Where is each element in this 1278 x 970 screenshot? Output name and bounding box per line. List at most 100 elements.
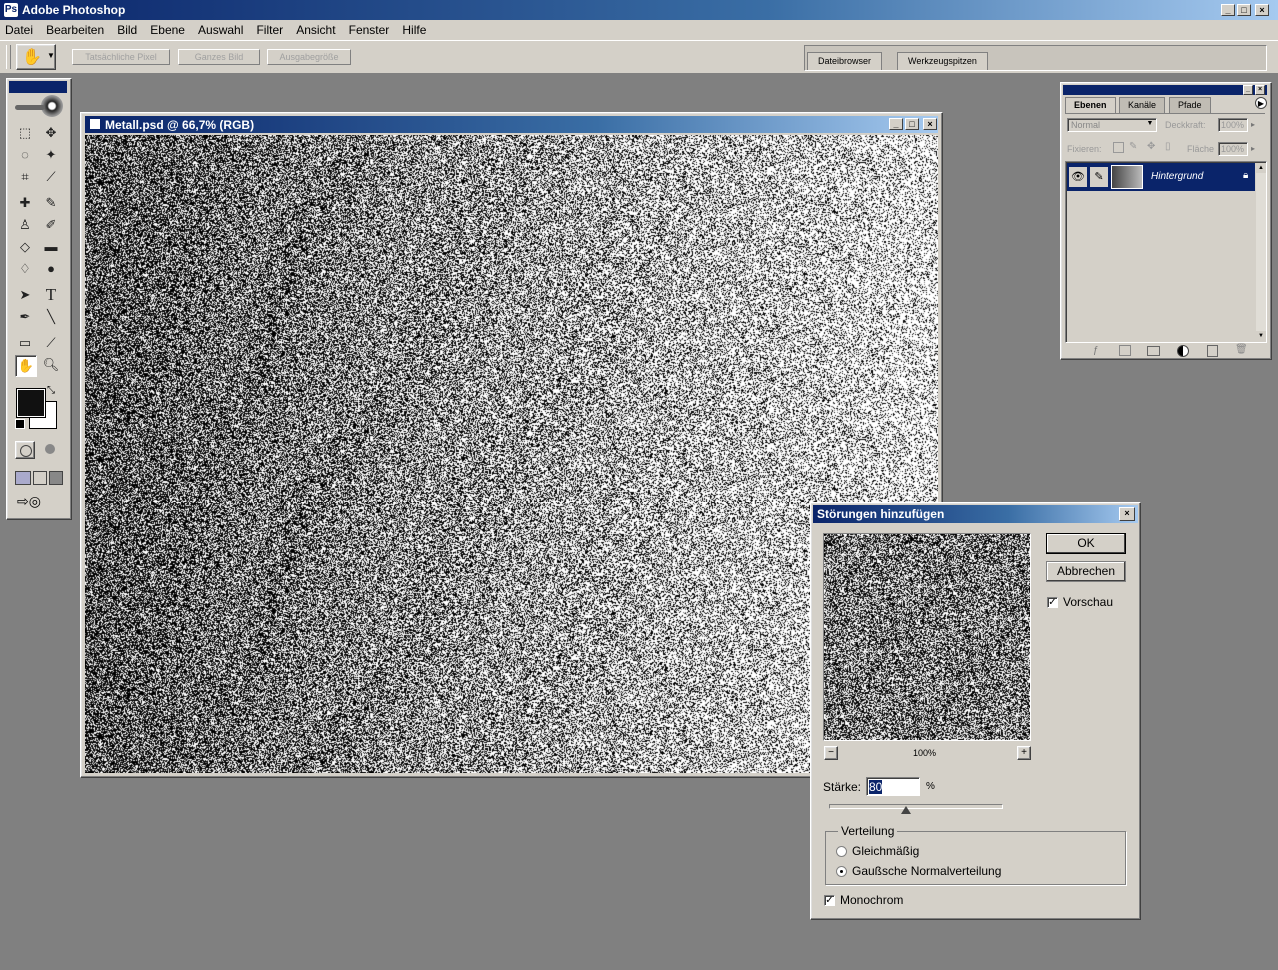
opacity-field[interactable]: 100% [1218,118,1248,132]
layer-style-icon[interactable]: ƒ [1093,345,1099,356]
doc-minimize-button[interactable]: _ [889,118,903,130]
adjustment-layer-icon[interactable] [1177,345,1189,357]
menu-datei[interactable]: Datei [0,20,38,37]
noise-preview[interactable] [823,533,1031,741]
doc-maximize-button[interactable]: □ [905,118,919,130]
tab-layers[interactable]: Ebenen [1065,97,1116,113]
monochrome-checkbox[interactable]: ✓ [824,895,835,906]
toolbox-titlebar[interactable] [9,81,67,93]
add-mask-icon[interactable] [1119,345,1131,356]
tool-preset-picker[interactable]: ✋ ▼ [16,44,56,70]
lock-transparency-icon[interactable] [1113,142,1124,153]
ok-button[interactable]: OK [1046,533,1126,554]
palette-menu-icon[interactable]: ▶ [1255,97,1267,109]
brush-tool-icon[interactable]: ✎ [41,193,61,213]
menu-bild[interactable]: Bild [112,20,142,37]
pen-tool-icon[interactable]: ✒ [15,307,35,327]
palette-close-button[interactable]: × [1255,85,1265,95]
history-brush-tool-icon[interactable]: ✐ [41,215,61,235]
healing-brush-tool-icon[interactable]: ✚ [15,193,35,213]
zoom-out-button[interactable]: − [824,746,838,760]
blend-mode-select[interactable]: Normal ▼ [1067,118,1157,132]
menu-auswahl[interactable]: Auswahl [193,20,248,37]
lock-all-icon[interactable]: ▯ [1165,141,1171,152]
crop-tool-icon[interactable]: ⌗ [15,167,35,187]
swap-colors-icon[interactable]: ⤡ [47,385,55,396]
cancel-button[interactable]: Abbrechen [1046,561,1126,582]
hand-tool-icon[interactable]: ✋ [15,355,37,377]
menu-filter[interactable]: Filter [251,20,288,37]
eye-visibility-icon[interactable]: 👁︎ [1069,167,1087,187]
dialog-close-button[interactable]: × [1119,507,1135,521]
amount-input[interactable]: 80 [866,777,920,796]
new-group-icon[interactable] [1147,346,1160,356]
foreground-color-swatch[interactable] [16,388,46,418]
fill-arrow-icon[interactable]: ▸ [1251,144,1255,153]
distribution-group: Verteilung Gleichmäßig Gaußsche Normalve… [825,824,1126,885]
type-tool-icon[interactable]: T [41,285,61,305]
brush-edit-icon: ✎ [1090,167,1108,187]
move-tool-icon[interactable]: ✥ [41,123,61,143]
fit-screen-button[interactable]: Ganzes Bild [178,49,260,65]
menu-fenster[interactable]: Fenster [344,20,395,37]
full-screen-mode-icon[interactable] [49,471,63,485]
tab-file-browser[interactable]: Dateibrowser [807,52,883,70]
line-tool-icon[interactable]: ╲ [41,307,61,327]
options-grip[interactable] [6,45,11,69]
layers-palette-titlebar[interactable]: _ × [1063,85,1267,95]
menu-hilfe[interactable]: Hilfe [397,20,431,37]
uniform-radio[interactable] [836,846,847,857]
jump-to-imageready-icon[interactable]: ⇨◎ [17,493,61,513]
scroll-up-arrow-icon[interactable]: ▲ [1256,163,1266,173]
layers-scrollbar[interactable]: ▲ ▼ [1256,163,1266,341]
zoom-tool-icon[interactable]: 🔍︎ [41,355,61,375]
marquee-tool-icon[interactable]: ⬚ [15,123,35,143]
clone-stamp-tool-icon[interactable]: ♙ [15,215,35,235]
palette-minimize-button[interactable]: _ [1243,85,1253,95]
gradient-tool-icon[interactable]: ▬ [41,237,61,257]
eraser-tool-icon[interactable]: ◇ [15,237,35,257]
slice-tool-icon[interactable]: ⟋ [41,167,61,187]
lasso-tool-icon[interactable]: ◌ [15,145,35,165]
eyedropper-tool-icon[interactable]: ⟋ [41,333,61,353]
trash-icon[interactable]: 🗑︎ [1235,344,1248,355]
menu-ansicht[interactable]: Ansicht [291,20,340,37]
notes-tool-icon[interactable]: ▭ [15,333,35,353]
maximize-button[interactable]: □ [1237,4,1251,16]
opacity-arrow-icon[interactable]: ▸ [1251,120,1255,129]
tab-channels[interactable]: Kanäle [1119,97,1166,113]
dodge-tool-icon[interactable]: ● [41,259,61,279]
minimize-button[interactable]: _ [1221,4,1235,16]
print-size-button[interactable]: Ausgabegröße [267,49,351,65]
standard-screen-mode-icon[interactable] [15,471,31,485]
full-screen-menu-mode-icon[interactable] [33,471,47,485]
tab-paths[interactable]: Pfade [1169,97,1211,113]
tab-brushes[interactable]: Werkzeugspitzen [897,52,988,70]
dialog-title-bar[interactable]: Störungen hinzufügen × [813,505,1138,523]
adobe-online-icon[interactable] [11,95,67,119]
layer-row[interactable]: 👁︎ ✎ Hintergrund 🔒︎ [1067,163,1255,191]
path-selection-tool-icon[interactable]: ➤ [15,285,35,305]
preview-checkbox[interactable]: ✓ [1047,597,1058,608]
menu-ebene[interactable]: Ebene [145,20,190,37]
close-button[interactable]: × [1255,4,1269,16]
quick-mask-mode-icon[interactable] [41,441,61,459]
zoom-in-button[interactable]: + [1017,746,1031,760]
actual-pixels-button[interactable]: Tatsächliche Pixel [72,49,170,65]
standard-mode-icon[interactable] [15,441,35,459]
new-layer-icon[interactable] [1207,345,1218,357]
fill-field[interactable]: 100% [1218,142,1248,156]
amount-slider-thumb[interactable] [901,806,912,814]
gaussian-radio[interactable] [836,866,847,877]
lock-position-icon[interactable]: ✥ [1147,141,1155,152]
default-colors-icon[interactable] [15,419,25,429]
photoshop-app-icon[interactable]: Ps [4,3,18,17]
magic-wand-tool-icon[interactable]: ✦ [41,145,61,165]
document-title-bar[interactable]: Metall.psd @ 66,7% (RGB) _ □ × [85,116,938,133]
menu-bearbeiten[interactable]: Bearbeiten [41,20,109,37]
lock-image-icon[interactable]: ✎ [1129,141,1137,152]
blur-tool-icon[interactable]: ♢ [15,259,35,279]
doc-close-button[interactable]: × [923,118,937,130]
amount-slider-track[interactable] [829,804,1003,809]
scroll-down-arrow-icon[interactable]: ▼ [1256,331,1266,341]
